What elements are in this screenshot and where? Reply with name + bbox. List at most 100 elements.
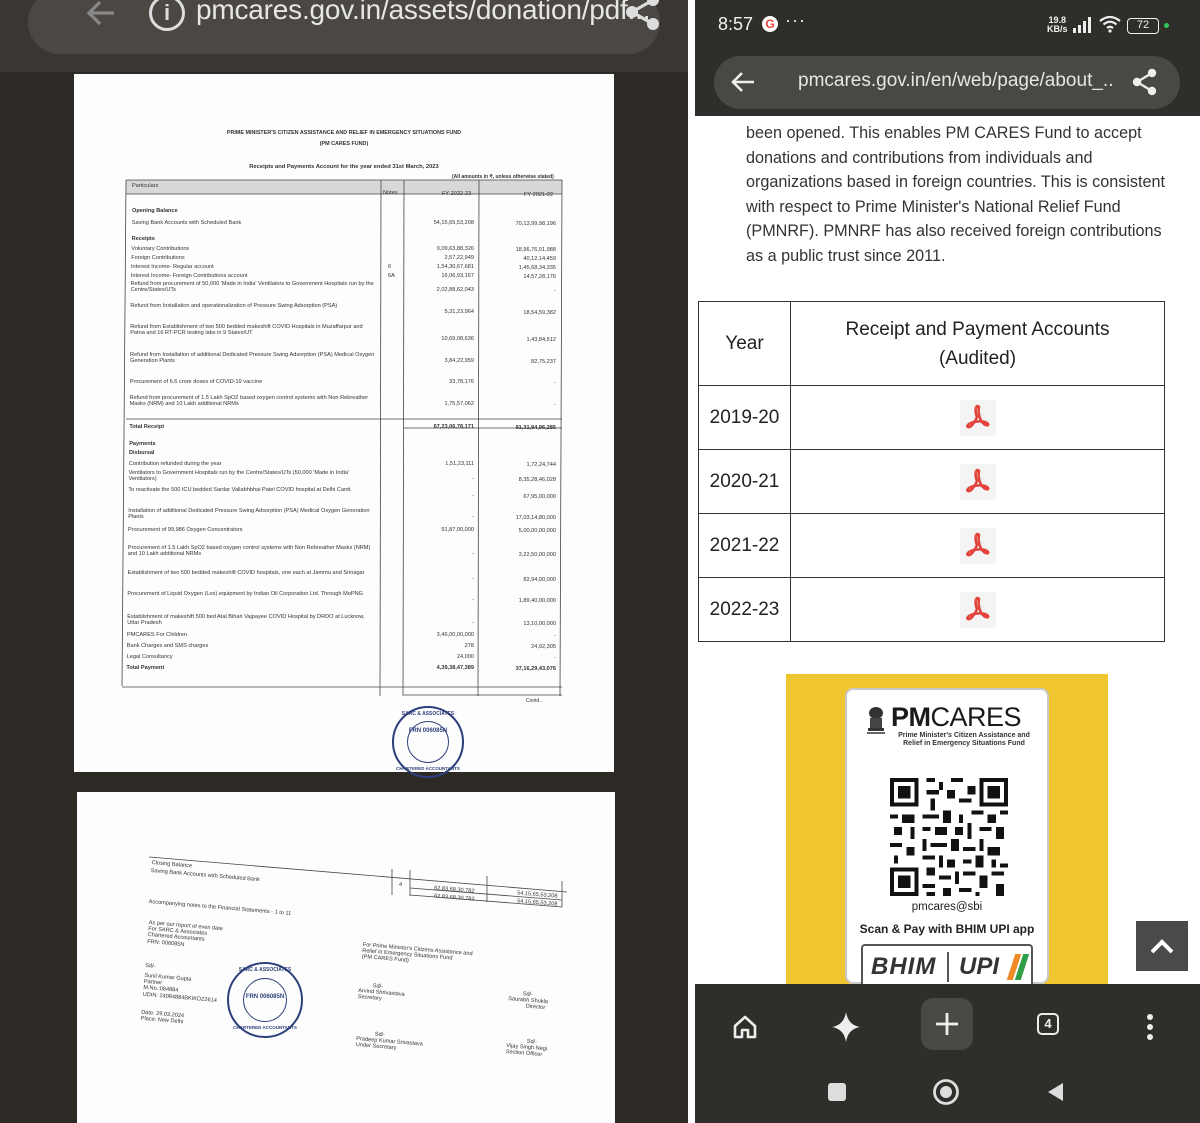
about-paragraph: been opened. This enables PM CARES Fund … xyxy=(746,121,1181,269)
statement-row-fy2022: 37,16,29,43,076 xyxy=(515,666,556,672)
back-arrow-icon[interactable] xyxy=(730,69,756,95)
home-icon[interactable] xyxy=(722,1004,768,1050)
statement-row-label: Payments xyxy=(129,441,156,447)
statement-row-label: Installation of additional Dedicated Pre… xyxy=(128,508,370,521)
pdf-icon[interactable] xyxy=(958,590,998,630)
statement-row-fy2023: - xyxy=(472,620,474,626)
plus-icon xyxy=(936,1013,958,1035)
statement-row-fy2023: 33,78,176 xyxy=(449,379,474,385)
google-icon: G xyxy=(762,16,778,32)
statement-row-fy2022: 67,95,00,000 xyxy=(523,494,556,500)
statement-row-fy2022: 1,43,84,512 xyxy=(526,337,556,343)
browser-bottom-nav: 4 xyxy=(695,984,1200,1069)
statement-row-fy2023: 1,51,23,111 xyxy=(445,461,474,467)
more-notifications-icon: ··· xyxy=(785,10,806,30)
pdf-icon[interactable] xyxy=(958,398,998,438)
statement-row-label: Bank Charges and SMS charges xyxy=(126,643,209,649)
secretary-block: Sd/- Arvind Shrivastava Secretary xyxy=(357,983,405,1003)
accounts-table: Year Receipt and Payment Accounts (Audit… xyxy=(698,301,1165,642)
statement-row-fy2023: - xyxy=(472,514,474,520)
statement-row-fy2023: 2,02,88,62,043 xyxy=(436,287,474,293)
statement-row-fy2022: - xyxy=(554,380,556,386)
back-arrow-icon[interactable] xyxy=(84,0,118,30)
home-button[interactable] xyxy=(932,1078,960,1106)
statement-row-fy2023: - xyxy=(472,551,474,557)
pdf-icon[interactable] xyxy=(958,526,998,566)
pdf-icon[interactable] xyxy=(958,462,998,502)
statement-row-label: Refund from Establishment of two 500 bed… xyxy=(130,324,363,337)
statement-row-note: 6 xyxy=(388,264,392,270)
chevron-up-icon xyxy=(1150,939,1174,954)
statement-row-fy2022: - xyxy=(554,288,556,294)
tab-switcher-button[interactable]: 4 xyxy=(1037,1013,1059,1035)
statement-row-fy2023: 67,23,06,78,171 xyxy=(433,424,474,430)
url-bar[interactable]: pmcares.gov.in/en/web/page/about_.. xyxy=(714,56,1180,109)
statement-row-label: PMCARES For Children xyxy=(127,632,187,638)
statement-row-fy2023: 278 xyxy=(464,643,474,649)
scroll-to-top-button[interactable] xyxy=(1136,921,1188,971)
statement-row-label: Establishment of two 500 bedded makeshif… xyxy=(127,570,365,576)
statement-row-fy2022: 13,10,00,000 xyxy=(523,621,556,627)
auditor-block: As per our report of even date For SARC … xyxy=(140,920,224,1026)
year-cell: 2021-22 xyxy=(698,513,791,578)
statement-row-label: Procurement of Liquid Oxygen (Lox) equip… xyxy=(127,591,363,597)
statement-row-fy2022: 18,54,59,382 xyxy=(523,310,556,316)
statement-row-fy2022: - xyxy=(554,655,556,661)
statement-row-label: Legal Consultancy xyxy=(126,654,173,660)
network-speed-unit: KB/s xyxy=(1047,24,1068,34)
bhim-upi-logo: BHIM UPI xyxy=(861,944,1033,984)
url-text[interactable]: pmcares.gov.in/en/web/page/about_.. xyxy=(798,70,1113,92)
statement-row-fy2022: 3,22,50,00,000 xyxy=(518,552,556,558)
pmcares-logo: PMCARES xyxy=(891,702,1022,733)
pdf-cell xyxy=(790,513,1165,578)
upi-text: UPI xyxy=(959,953,1000,980)
qr-code-icon[interactable] xyxy=(890,778,1008,896)
year-cell: 2022-23 xyxy=(698,577,791,642)
table-row: 2020-21 xyxy=(698,449,1165,514)
battery-icon: 72 xyxy=(1127,18,1159,34)
contd-label: Contd.. xyxy=(526,698,543,704)
status-time: 8:57 xyxy=(718,14,754,34)
left-url-bar[interactable]: i pmcares.gov.in/assets/donation/pdf... xyxy=(28,0,660,54)
recents-button[interactable] xyxy=(828,1083,846,1101)
statement-row-fy2022: 18,96,76,01,988 xyxy=(515,247,556,253)
col-fy-2021-22: FY 2021-22 xyxy=(524,192,554,198)
statement-row-fy2023: 1,75,57,062 xyxy=(444,401,474,407)
statement-row-fy2022: 24,92,305 xyxy=(531,644,556,650)
paragraph-line: with respect to Prime Minister's Nationa… xyxy=(746,197,1121,216)
left-browser-bar: i pmcares.gov.in/assets/donation/pdf... xyxy=(0,0,688,72)
back-button[interactable] xyxy=(1045,1081,1065,1103)
info-icon[interactable]: i xyxy=(149,0,185,31)
statement-row-label: Interest Income- Regular account xyxy=(131,264,214,270)
url-text[interactable]: pmcares.gov.in/assets/donation/pdf... xyxy=(196,0,651,26)
statement-row-label: Opening Balance xyxy=(132,208,178,214)
col-particulars: Particulars xyxy=(132,183,159,189)
statement-row-fy2022: 40,12,14,459 xyxy=(523,256,556,262)
statement-row-fy2023: 3,46,00,00,000 xyxy=(436,632,474,638)
status-bar: 8:57 G ··· 19.8 KB/s 72 xyxy=(695,0,1200,50)
table-row: 2021-22 xyxy=(698,513,1165,578)
statement-row-fy2022: 8,35,28,46,028 xyxy=(518,477,556,483)
year-cell: 2020-21 xyxy=(698,449,791,514)
statement-row-label: Total Payment xyxy=(126,665,165,671)
paragraph-line: donations and contributions from individ… xyxy=(746,148,1093,167)
statement-row-fy2022: - xyxy=(554,402,556,408)
statement-page-2: Closing Balance Saving Bank Accounts wit… xyxy=(77,792,615,1123)
sparkle-icon[interactable] xyxy=(823,1004,869,1050)
statement-row-label: Refund from procurement of 1.5 Lakh SpO2… xyxy=(129,395,369,408)
statement-row-fy2023: 24,000 xyxy=(456,654,474,660)
statement-row-fy2023: - xyxy=(472,597,474,603)
statement-row-label: Interest Income- Foreign Contributions a… xyxy=(130,273,248,279)
share-icon[interactable] xyxy=(1132,68,1158,96)
header-accounts: Receipt and Payment Accounts (Audited) xyxy=(790,301,1165,386)
share-icon[interactable] xyxy=(624,0,662,32)
statement-row-fy2022: 91,31,94,96,285 xyxy=(515,425,556,431)
more-menu-icon[interactable] xyxy=(1127,1004,1173,1050)
statement-row-label: Establishment of makeshift 500 bed Atal … xyxy=(127,614,365,627)
table-header-row: Year Receipt and Payment Accounts (Audit… xyxy=(698,301,1165,386)
right-screenshot: 8:57 G ··· 19.8 KB/s 72 pmcares.gov.in/e… xyxy=(695,0,1200,1123)
new-tab-button[interactable] xyxy=(921,998,973,1050)
system-navigation-bar xyxy=(695,1069,1200,1123)
statement-row-label: Receipts xyxy=(131,236,155,242)
privacy-indicator xyxy=(1164,23,1169,28)
